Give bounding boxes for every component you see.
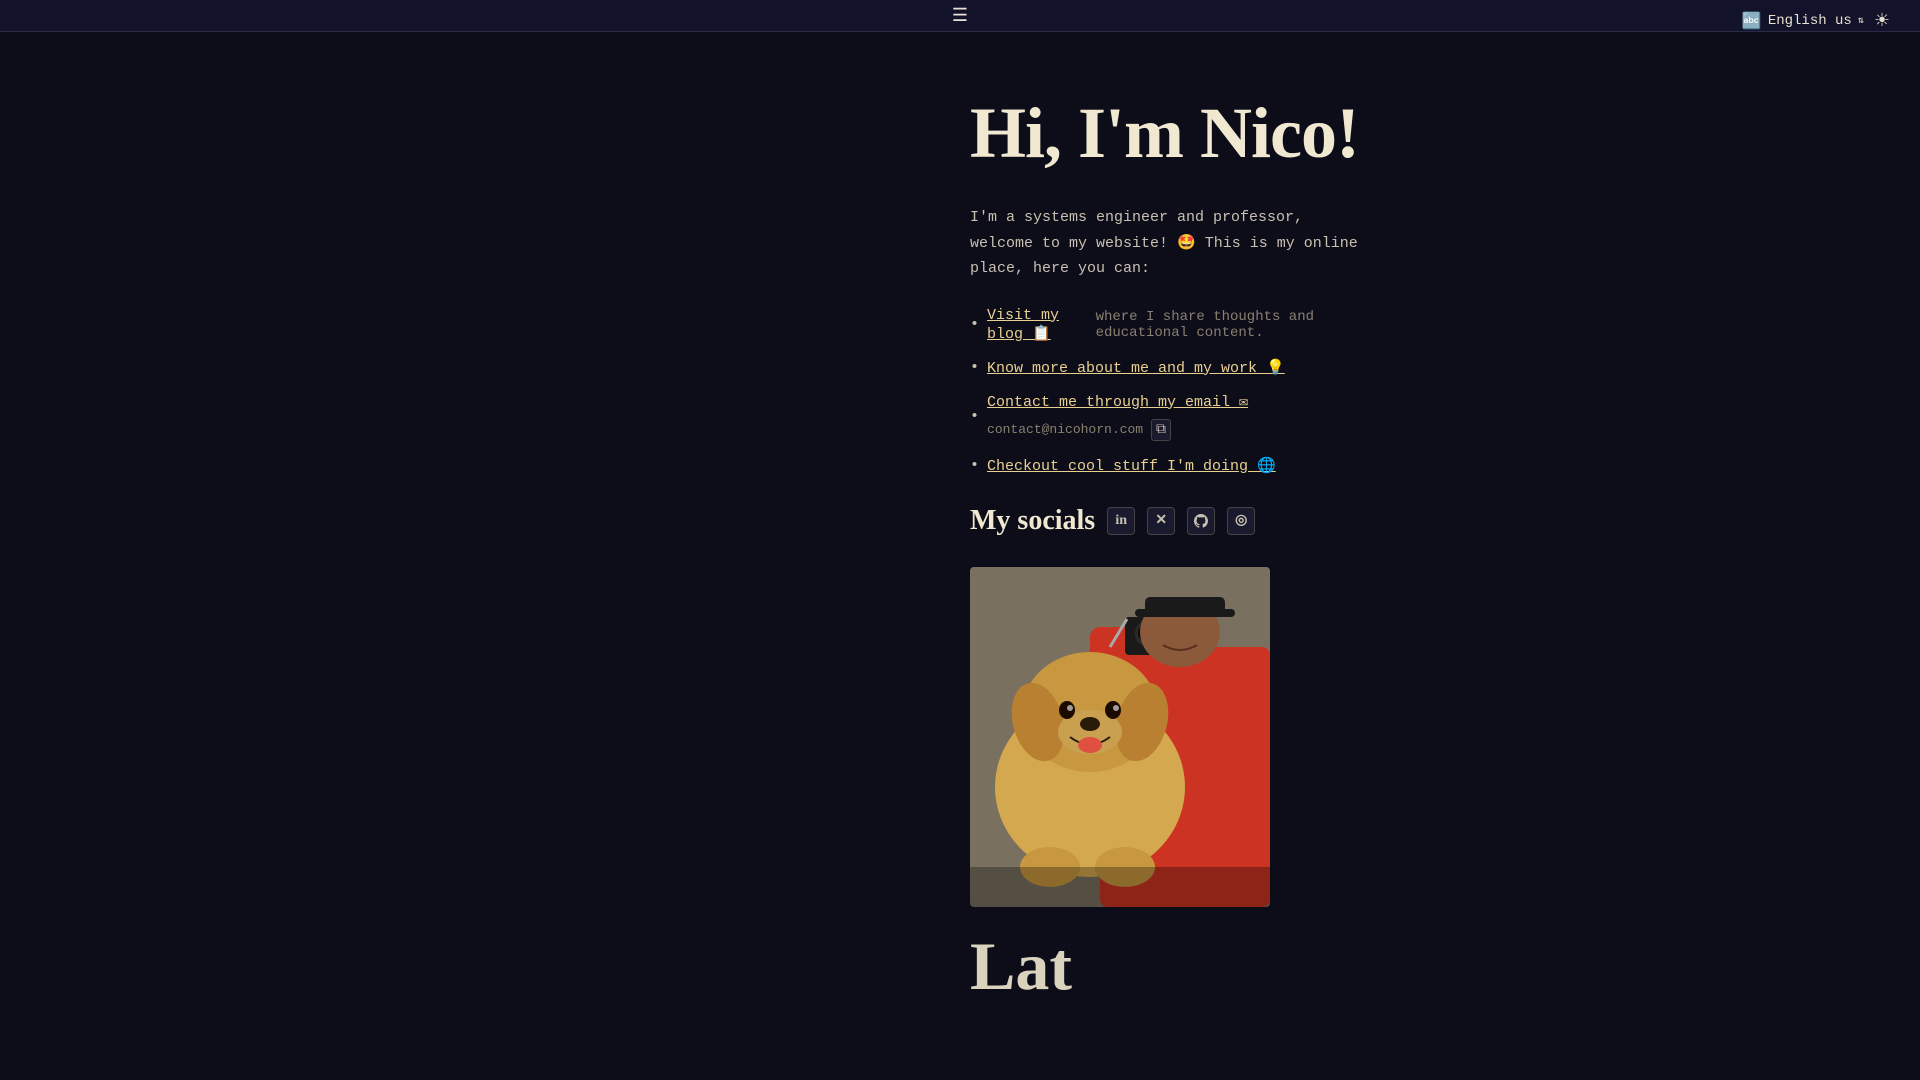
- about-link[interactable]: Know more about me and my work 💡: [987, 358, 1285, 377]
- chevron-updown-icon: ⇅: [1858, 15, 1864, 27]
- email-container: Contact me through my email ✉ contact@ni…: [987, 392, 1370, 441]
- hero-description: I'm a systems engineer and professor, we…: [970, 205, 1370, 282]
- copy-email-icon[interactable]: ⧉: [1151, 419, 1171, 441]
- language-selector-button[interactable]: 🔤 English us ⇅: [1742, 11, 1864, 31]
- contact-link[interactable]: Contact me through my email ✉: [987, 392, 1248, 411]
- socials-label: My socials: [970, 505, 1095, 537]
- bullet-icon: •: [970, 457, 979, 474]
- social-icons-container: in ✕ ◎: [1107, 507, 1255, 535]
- linkedin-icon[interactable]: in: [1107, 507, 1135, 535]
- language-label: English us: [1768, 13, 1852, 29]
- github-icon[interactable]: [1187, 507, 1215, 535]
- sun-icon: ☀: [1874, 10, 1890, 30]
- theme-toggle-button[interactable]: ☀: [1874, 10, 1890, 31]
- top-right-controls: 🔤 English us ⇅ ☀: [1742, 10, 1890, 31]
- list-item: • Visit my blog 📋 where I share thoughts…: [970, 307, 1370, 343]
- bullet-icon: •: [970, 359, 979, 376]
- hamburger-menu-icon[interactable]: ☰: [952, 5, 968, 27]
- profile-photo-svg: [970, 567, 1270, 907]
- translate-icon: 🔤: [1742, 11, 1762, 31]
- list-item: • Contact me through my email ✉ contact@…: [970, 392, 1370, 441]
- list-item: • Know more about me and my work 💡: [970, 358, 1370, 377]
- bullet-icon: •: [970, 316, 979, 333]
- hero-title: Hi, I'm Nico!: [970, 92, 1370, 175]
- top-navigation: ☰: [0, 0, 1920, 32]
- bottom-text-preview: Lat: [970, 927, 1370, 1006]
- cool-stuff-link[interactable]: Checkout cool stuff I'm doing 🌐: [987, 456, 1276, 475]
- blog-description: where I share thoughts and educational c…: [1096, 309, 1370, 341]
- instagram-icon[interactable]: ◎: [1227, 507, 1255, 535]
- email-address: contact@nicohorn.com: [987, 422, 1143, 437]
- socials-section: My socials in ✕ ◎: [970, 505, 1370, 537]
- feature-list: • Visit my blog 📋 where I share thoughts…: [970, 307, 1370, 475]
- main-content: Hi, I'm Nico! I'm a systems engineer and…: [510, 32, 1410, 1046]
- twitter-x-icon[interactable]: ✕: [1147, 507, 1175, 535]
- bullet-icon: •: [970, 408, 979, 425]
- profile-photo: [970, 567, 1270, 907]
- socials-title: My socials in ✕ ◎: [970, 505, 1370, 537]
- list-item: • Checkout cool stuff I'm doing 🌐: [970, 456, 1370, 475]
- bottom-text-partial: Lat: [970, 928, 1072, 1004]
- blog-link[interactable]: Visit my blog 📋: [987, 307, 1088, 343]
